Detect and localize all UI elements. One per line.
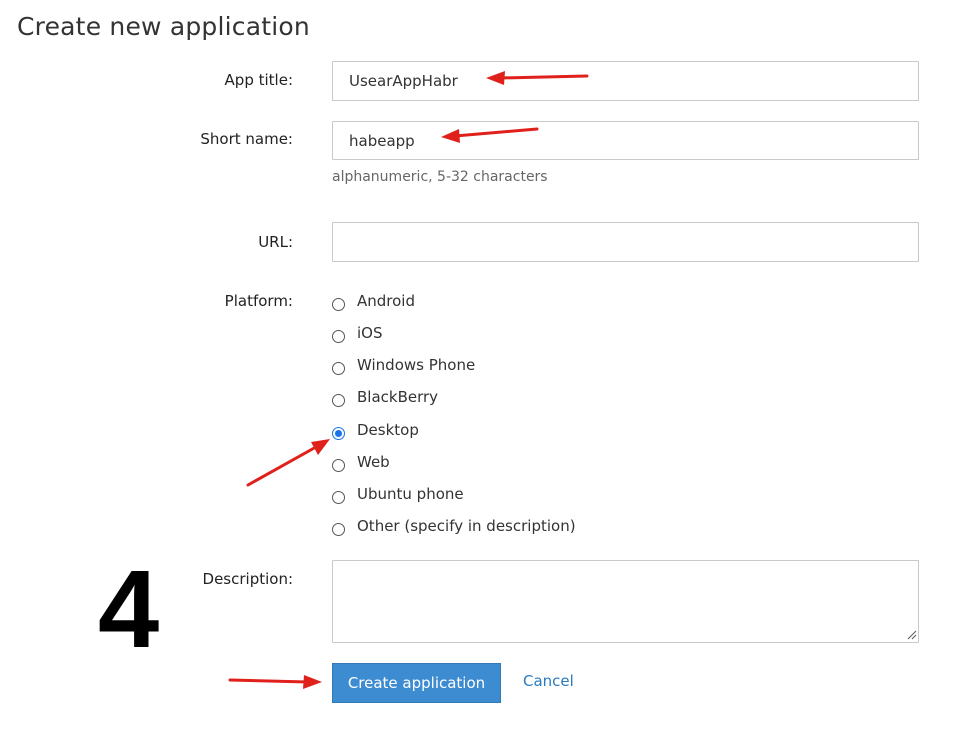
create-application-button[interactable]: Create application bbox=[332, 663, 501, 703]
platform-option-label: iOS bbox=[357, 324, 383, 342]
radio-button[interactable] bbox=[332, 297, 345, 311]
platform-option-label: BlackBerry bbox=[357, 388, 439, 406]
radio-button[interactable] bbox=[332, 329, 345, 343]
radio-button[interactable] bbox=[332, 458, 345, 472]
platform-label: Platform: bbox=[224, 292, 293, 310]
platform-option-label: Desktop bbox=[357, 421, 419, 439]
platform-option-label: Ubuntu phone bbox=[357, 485, 464, 503]
app-title-input[interactable] bbox=[332, 61, 919, 101]
step-number-annotation: 4 bbox=[98, 548, 160, 671]
url-input[interactable] bbox=[332, 222, 919, 262]
radio-button[interactable] bbox=[332, 490, 345, 504]
platform-option-other[interactable]: Other (specify in description) bbox=[332, 514, 576, 538]
arrow-create-button bbox=[228, 675, 322, 689]
radio-button[interactable] bbox=[332, 522, 345, 536]
resize-grip-icon[interactable] bbox=[906, 629, 917, 640]
platform-option-label: Other (specify in description) bbox=[357, 517, 576, 535]
url-label: URL: bbox=[258, 233, 293, 251]
page-title: Create new application bbox=[17, 12, 310, 41]
short-name-hint: alphanumeric, 5-32 characters bbox=[332, 169, 548, 185]
platform-option-label: Web bbox=[357, 453, 390, 471]
radio-button[interactable] bbox=[332, 361, 345, 375]
platform-option-windows-phone[interactable]: Windows Phone bbox=[332, 353, 475, 377]
platform-option-web[interactable]: Web bbox=[332, 450, 390, 474]
description-textarea[interactable] bbox=[332, 560, 919, 643]
short-name-label: Short name: bbox=[200, 130, 293, 148]
platform-option-label: Android bbox=[357, 292, 415, 310]
platform-option-blackberry[interactable]: BlackBerry bbox=[332, 385, 438, 409]
platform-option-label: Windows Phone bbox=[357, 356, 476, 374]
arrow-desktop bbox=[246, 439, 330, 487]
create-application-page: Create new application App title: Short … bbox=[0, 0, 974, 735]
app-title-label: App title: bbox=[224, 71, 293, 89]
platform-option-ubuntu-phone[interactable]: Ubuntu phone bbox=[332, 482, 464, 506]
platform-option-desktop[interactable]: Desktop bbox=[332, 418, 419, 442]
cancel-link[interactable]: Cancel bbox=[523, 672, 574, 690]
platform-option-android[interactable]: Android bbox=[332, 289, 415, 313]
short-name-input[interactable] bbox=[332, 121, 919, 160]
radio-button-checked[interactable] bbox=[332, 426, 345, 440]
platform-option-ios[interactable]: iOS bbox=[332, 321, 383, 345]
description-label: Description: bbox=[202, 570, 293, 588]
radio-button[interactable] bbox=[332, 393, 345, 407]
